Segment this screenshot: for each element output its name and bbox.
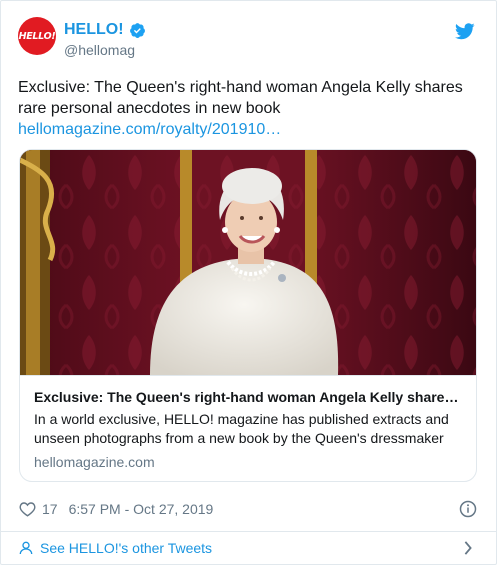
card-domain: hellomagazine.com [34, 454, 155, 470]
card-title: Exclusive: The Queen's right-hand woman … [34, 389, 459, 405]
info-icon[interactable] [459, 500, 477, 518]
verified-badge-icon [129, 22, 145, 38]
avatar-logo-text: HELLO! [18, 30, 56, 42]
card-body[interactable]: Exclusive: The Queen's right-hand woman … [20, 375, 476, 481]
avatar[interactable]: HELLO! [18, 17, 56, 55]
handle[interactable]: @hellomag [64, 42, 146, 58]
user-icon [19, 541, 33, 555]
twitter-bird-icon[interactable] [455, 23, 475, 40]
display-name-row: HELLO! [64, 20, 146, 40]
card-description: In a world exclusive, HELLO! magazine ha… [34, 411, 449, 446]
see-more-tweets-link[interactable]: See HELLO!'s other Tweets [18, 534, 479, 562]
tweet-meta: 17 6:57 PM - Oct 27, 2019 [19, 498, 479, 520]
tweet-text: Exclusive: The Queen's right-hand woman … [18, 79, 463, 117]
tweet-body: Exclusive: The Queen's right-hand woman … [18, 77, 480, 140]
author-names: HELLO! @hellomag [64, 20, 146, 58]
card-photo [20, 150, 476, 375]
see-more-label: See HELLO!'s other Tweets [40, 540, 213, 556]
chevron-right-icon [464, 541, 472, 555]
tweet-header: HELLO! HELLO! @hellomag [18, 15, 479, 65]
link-card[interactable]: Exclusive: The Queen's right-hand woman … [19, 149, 477, 482]
divider [1, 531, 496, 532]
tweet-link[interactable]: hellomagazine.com/royalty/201910… [18, 119, 480, 140]
card-image[interactable] [20, 150, 476, 375]
like-count[interactable]: 17 [42, 501, 58, 517]
timestamp[interactable]: 6:57 PM - Oct 27, 2019 [69, 501, 214, 517]
display-name[interactable]: HELLO! [64, 21, 124, 39]
heart-icon[interactable] [19, 501, 36, 517]
embedded-tweet: HELLO! HELLO! @hellomag Exclusive: The Q… [0, 0, 497, 565]
